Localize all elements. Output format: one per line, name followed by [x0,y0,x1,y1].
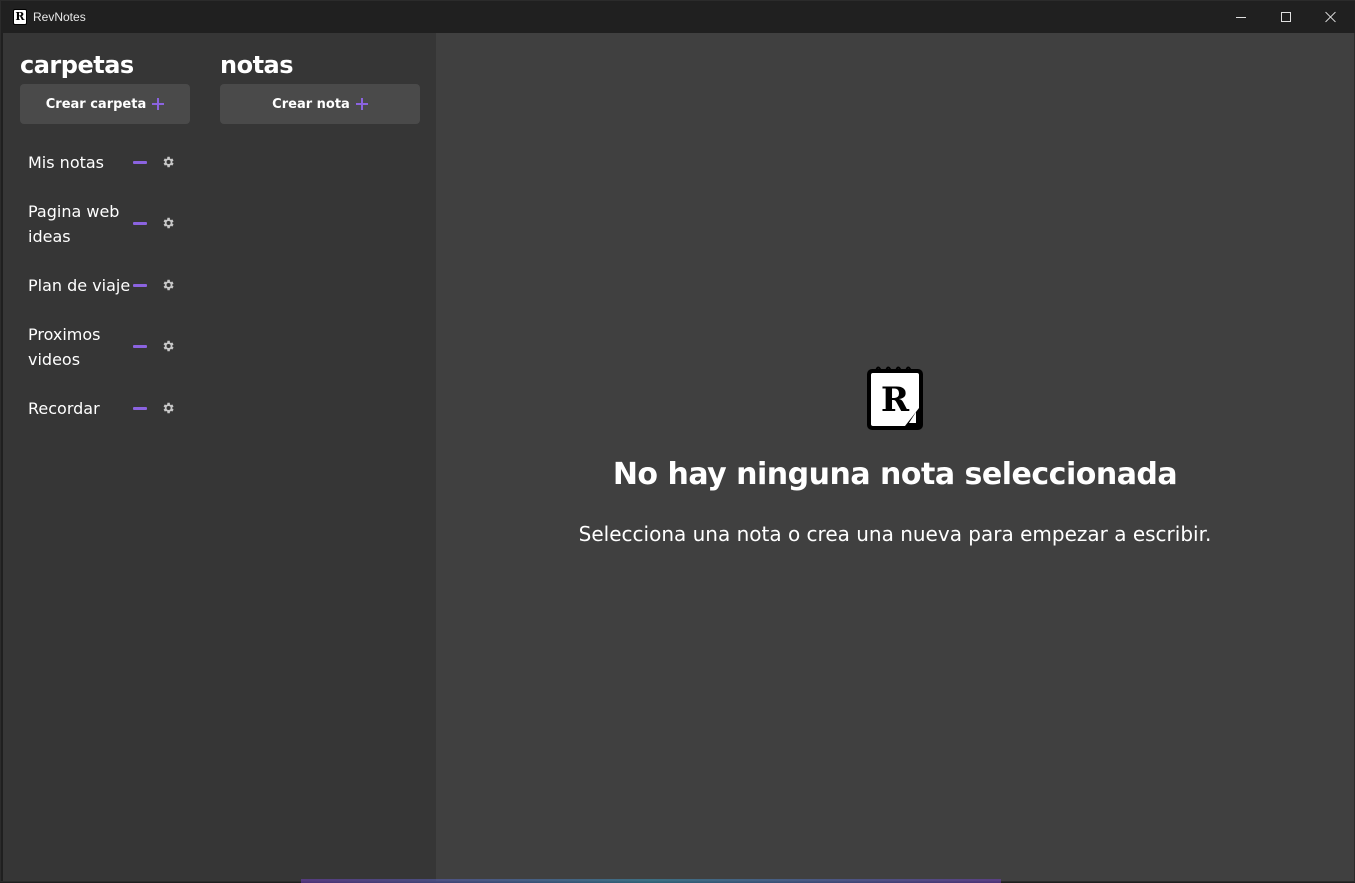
notes-title: notas [220,51,294,79]
folder-item[interactable]: Proximos videos [28,322,188,372]
maximize-button[interactable] [1263,1,1309,33]
minus-icon[interactable] [133,407,147,410]
folder-label: Proximos videos [28,325,101,369]
create-folder-label: Crear carpeta [45,96,147,112]
plus-icon [355,98,368,110]
minimize-icon [1236,16,1246,18]
logo-letter: R [881,380,910,420]
app-icon: R [13,9,27,25]
create-note-button[interactable]: Crear nota [220,84,420,124]
gear-icon[interactable] [161,339,175,353]
folder-label: Mis notas [28,153,105,172]
plus-icon [152,98,165,110]
folders-title: carpetas [20,51,134,79]
sidebar: carpetas notas Crear carpeta Crear nota … [3,33,436,881]
empty-state-subtitle: Selecciona una nota o crea una nueva par… [578,522,1212,546]
notepad-logo-icon: R [867,366,923,430]
folder-item[interactable]: Pagina web ideas [28,199,188,249]
close-icon [1325,11,1337,23]
minus-icon[interactable] [133,161,147,164]
gear-icon[interactable] [161,216,175,230]
minimize-button[interactable] [1218,1,1264,33]
create-folder-button[interactable]: Crear carpeta [20,84,190,124]
minus-icon[interactable] [133,222,147,225]
minus-icon[interactable] [133,345,147,348]
gear-icon[interactable] [161,155,175,169]
folder-label: Recordar [28,399,100,418]
folder-item[interactable]: Plan de viaje [28,273,188,298]
window-border-glow [301,879,1001,883]
folder-item[interactable]: Recordar [28,396,188,421]
folder-label: Pagina web ideas [28,202,120,246]
empty-state-title: No hay ninguna nota seleccionada [612,457,1178,492]
minus-icon[interactable] [133,284,147,287]
gear-icon[interactable] [161,401,175,415]
note-editor-panel: R No hay ninguna nota seleccionada Selec… [436,33,1354,881]
create-note-label: Crear nota [272,96,350,112]
maximize-icon [1281,12,1291,22]
close-button[interactable] [1308,1,1354,33]
folder-item[interactable]: Mis notas [28,150,188,175]
folder-label: Plan de viaje [28,276,131,295]
window-title: RevNotes [33,10,86,24]
gear-icon[interactable] [161,278,175,292]
title-bar[interactable]: R RevNotes [1,1,1355,33]
app-window: R RevNotes carpetas notas Crear carpeta … [0,0,1355,883]
